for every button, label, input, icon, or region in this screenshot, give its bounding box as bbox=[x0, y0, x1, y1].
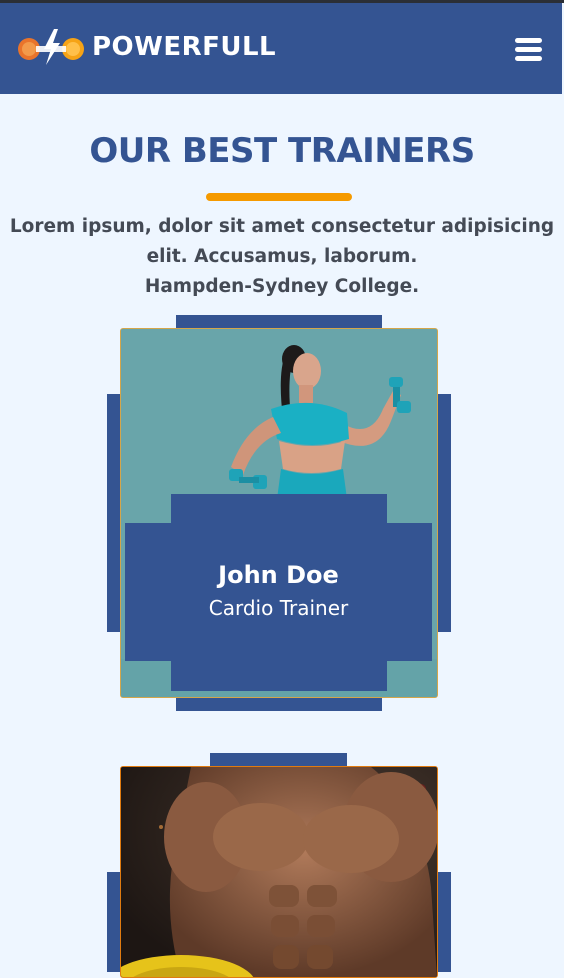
hamburger-menu-icon[interactable] bbox=[515, 36, 542, 64]
menu-bar bbox=[515, 47, 542, 52]
card-frame-top bbox=[176, 315, 382, 329]
card-frame-right bbox=[436, 872, 451, 972]
description-line: elit. Accusamus, laborum. bbox=[146, 246, 418, 267]
description-line: Hampden-Sydney College. bbox=[144, 276, 420, 297]
trainer-card[interactable] bbox=[120, 766, 438, 978]
trainer-photo bbox=[121, 767, 437, 977]
card-frame-left bbox=[107, 394, 121, 632]
card-frame-top bbox=[210, 753, 347, 767]
dumbbell-lightning-icon bbox=[16, 27, 86, 67]
card-frame-left bbox=[107, 872, 121, 972]
card-frame-right bbox=[436, 394, 451, 632]
menu-bar bbox=[515, 38, 542, 43]
section-description: Lorem ipsum, dolor sit amet consectetur … bbox=[0, 212, 564, 302]
navbar: POWERFULL bbox=[0, 3, 562, 94]
trainer-role: Cardio Trainer bbox=[208, 596, 349, 620]
trainer-name: John Doe bbox=[218, 561, 339, 589]
trainer-info-panel bbox=[171, 494, 387, 691]
section-title: OUR BEST TRAINERS bbox=[89, 131, 475, 171]
logo[interactable]: POWERFULL bbox=[16, 27, 276, 67]
brand-name: POWERFULL bbox=[92, 32, 277, 62]
title-underline bbox=[206, 193, 352, 201]
description-line: Lorem ipsum, dolor sit amet consectetur … bbox=[9, 216, 555, 237]
menu-bar bbox=[515, 56, 542, 61]
